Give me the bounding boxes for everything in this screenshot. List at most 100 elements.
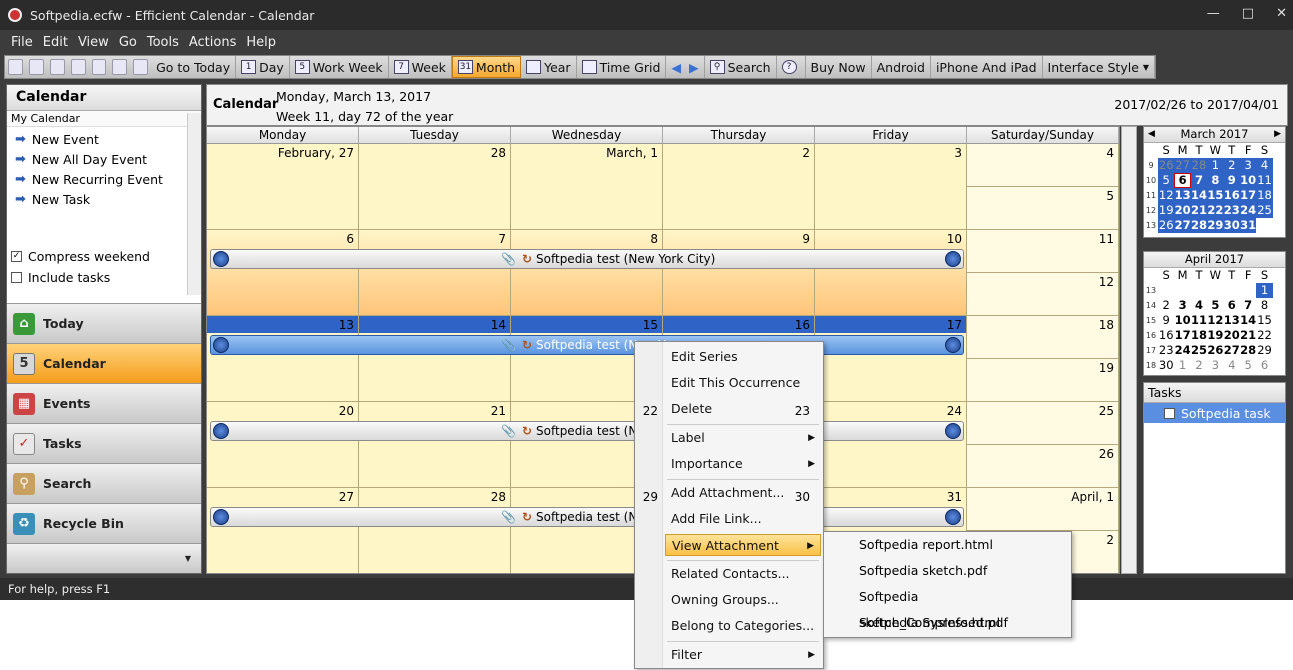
mini-day[interactable] bbox=[1207, 283, 1223, 298]
mini-day[interactable]: 12 bbox=[1158, 188, 1175, 203]
mini-day[interactable]: 13 bbox=[1174, 188, 1191, 203]
minimize-icon[interactable]: — bbox=[1207, 6, 1220, 21]
mini-day[interactable] bbox=[1256, 218, 1272, 233]
mini-day[interactable]: 10 bbox=[1174, 313, 1191, 328]
search-button[interactable]: ⚲ Search bbox=[705, 56, 777, 78]
nav-recycle-bin[interactable]: ♻ Recycle Bin bbox=[7, 503, 201, 543]
menu-file[interactable]: File bbox=[6, 35, 38, 50]
mini-day[interactable]: 8 bbox=[1256, 298, 1272, 313]
mini-day[interactable]: 9 bbox=[1158, 313, 1174, 328]
next-month-icon[interactable]: ▶ bbox=[1274, 127, 1281, 142]
week-view-button[interactable]: 7 Week bbox=[389, 56, 452, 78]
day-cell[interactable]: 28 bbox=[359, 144, 511, 230]
mini-day[interactable]: 26 bbox=[1158, 218, 1175, 233]
mini-day[interactable]: 27 bbox=[1174, 218, 1191, 233]
weekend-day-cell[interactable]: 19 bbox=[967, 359, 1119, 402]
mini-day[interactable] bbox=[1174, 283, 1190, 298]
mini-day[interactable]: 24 bbox=[1174, 343, 1191, 358]
prev-next-arrows[interactable]: ◀ ▶ bbox=[666, 56, 705, 78]
mini-day[interactable]: 5 bbox=[1207, 298, 1223, 313]
mini-day[interactable]: 1 bbox=[1256, 283, 1273, 298]
work-week-view-button[interactable]: 5 Work Week bbox=[290, 56, 389, 78]
mini-day[interactable]: 23 bbox=[1223, 203, 1240, 218]
mini-day[interactable]: 3 bbox=[1239, 158, 1257, 173]
recurring-event-bar[interactable]: 📎 ↻ Softpedia test (New Y bbox=[210, 421, 964, 441]
mini-day[interactable]: 7 bbox=[1240, 298, 1256, 313]
menu-tools[interactable]: Tools bbox=[142, 35, 184, 50]
menu-related-contacts[interactable]: Related Contacts... bbox=[665, 563, 821, 585]
mini-day[interactable]: 11 bbox=[1191, 313, 1207, 328]
menu-edit[interactable]: Edit bbox=[38, 35, 73, 50]
mini-day[interactable]: 30 bbox=[1223, 218, 1240, 233]
include-tasks-checkbox[interactable]: Include tasks bbox=[11, 270, 110, 285]
menu-belong-categories[interactable]: Belong to Categories... bbox=[665, 615, 821, 637]
open-folder-icon[interactable] bbox=[28, 59, 44, 75]
mini-day[interactable]: 17 bbox=[1239, 188, 1257, 203]
mini-day[interactable]: 1 bbox=[1174, 358, 1190, 373]
close-icon[interactable]: ✕ bbox=[1276, 6, 1287, 21]
mini-day[interactable]: 14 bbox=[1240, 313, 1256, 328]
day-view-button[interactable]: 1 Day bbox=[236, 56, 290, 78]
mini-day[interactable]: 1 bbox=[1207, 158, 1224, 173]
mini-day[interactable] bbox=[1240, 283, 1256, 298]
mini-day[interactable]: 11 bbox=[1256, 173, 1273, 188]
print-icon[interactable] bbox=[49, 59, 65, 75]
menu-help[interactable]: Help bbox=[241, 35, 281, 50]
mini-day[interactable]: 24 bbox=[1239, 203, 1257, 218]
mini-day[interactable]: 3 bbox=[1174, 298, 1190, 313]
mini-day[interactable]: 5 bbox=[1240, 358, 1256, 373]
mini-day[interactable]: 3 bbox=[1207, 358, 1223, 373]
interface-style-button[interactable]: Interface Style ▼ bbox=[1043, 56, 1156, 78]
mini-day[interactable]: 2 bbox=[1223, 158, 1240, 173]
mini-day[interactable]: 15 bbox=[1207, 188, 1224, 203]
new-all-day-event-link[interactable]: ➡ New All Day Event bbox=[7, 149, 187, 169]
time-grid-button[interactable]: Time Grid bbox=[577, 56, 667, 78]
mini-day[interactable]: 27 bbox=[1174, 158, 1191, 173]
goto-today-button[interactable]: Go to Today bbox=[151, 56, 237, 78]
mini-day[interactable]: 29 bbox=[1207, 218, 1224, 233]
weekend-day-cell[interactable]: 11 bbox=[967, 230, 1119, 273]
weekend-day-cell[interactable]: 4 bbox=[967, 144, 1119, 187]
mini-day[interactable] bbox=[1191, 283, 1207, 298]
mini-day[interactable]: 23 bbox=[1158, 343, 1174, 358]
attachment-item[interactable]: Softpedia sketch_Compressed.pdf bbox=[824, 584, 1071, 630]
day-cell[interactable]: 13 bbox=[207, 316, 359, 402]
menu-edit-series[interactable]: Edit Series bbox=[665, 346, 821, 368]
menu-edit-occurrence[interactable]: Edit This Occurrence bbox=[665, 372, 821, 394]
mini-day[interactable]: 16 bbox=[1158, 328, 1174, 343]
menu-view[interactable]: View bbox=[73, 35, 114, 50]
mini-day[interactable]: 4 bbox=[1224, 358, 1240, 373]
weekend-day-cell[interactable]: 26 bbox=[967, 445, 1119, 488]
menu-add-file-link[interactable]: Add File Link... bbox=[665, 508, 821, 530]
left-pane-scrollbar[interactable] bbox=[187, 113, 201, 295]
copy-icon[interactable] bbox=[112, 59, 128, 75]
day-cell[interactable]: 3 bbox=[815, 144, 967, 230]
day-cell[interactable]: 27 bbox=[207, 488, 359, 573]
nav-events[interactable]: ▦ Events bbox=[7, 383, 201, 423]
attachment-item[interactable]: Softpedia report.html bbox=[824, 532, 1071, 558]
mini-day[interactable]: 2 bbox=[1191, 358, 1207, 373]
iphone-button[interactable]: iPhone And iPad bbox=[931, 56, 1043, 78]
year-view-button[interactable]: Year bbox=[521, 56, 577, 78]
mini-day[interactable]: 6 bbox=[1174, 173, 1191, 188]
day-cell[interactable]: 10 bbox=[815, 230, 967, 316]
mini-day[interactable]: 12 bbox=[1207, 313, 1223, 328]
task-item[interactable]: Softpedia task bbox=[1144, 403, 1285, 423]
mini-day[interactable]: 10 bbox=[1239, 173, 1257, 188]
mini-day[interactable]: 22 bbox=[1256, 328, 1272, 343]
mini-day[interactable]: 30 bbox=[1158, 358, 1174, 373]
new-recurring-event-link[interactable]: ➡ New Recurring Event bbox=[7, 169, 187, 189]
mini-day[interactable]: 16 bbox=[1223, 188, 1240, 203]
day-cell[interactable]: 20 bbox=[207, 402, 359, 488]
weekend-day-cell[interactable]: 18 bbox=[967, 316, 1119, 359]
mini-day[interactable]: 7 bbox=[1190, 173, 1208, 188]
weekend-day-cell[interactable]: 25 bbox=[967, 402, 1119, 445]
menu-actions[interactable]: Actions bbox=[184, 35, 242, 50]
weekend-day-cell[interactable]: 5 bbox=[967, 187, 1119, 230]
maximize-icon[interactable]: □ bbox=[1242, 6, 1254, 21]
grid-scrollbar[interactable] bbox=[1121, 126, 1137, 574]
day-cell[interactable]: 7 bbox=[359, 230, 511, 316]
day-cell[interactable]: 9 bbox=[663, 230, 815, 316]
mini-day[interactable]: 20 bbox=[1174, 203, 1191, 218]
nav-today[interactable]: ⌂ Today bbox=[7, 303, 201, 343]
